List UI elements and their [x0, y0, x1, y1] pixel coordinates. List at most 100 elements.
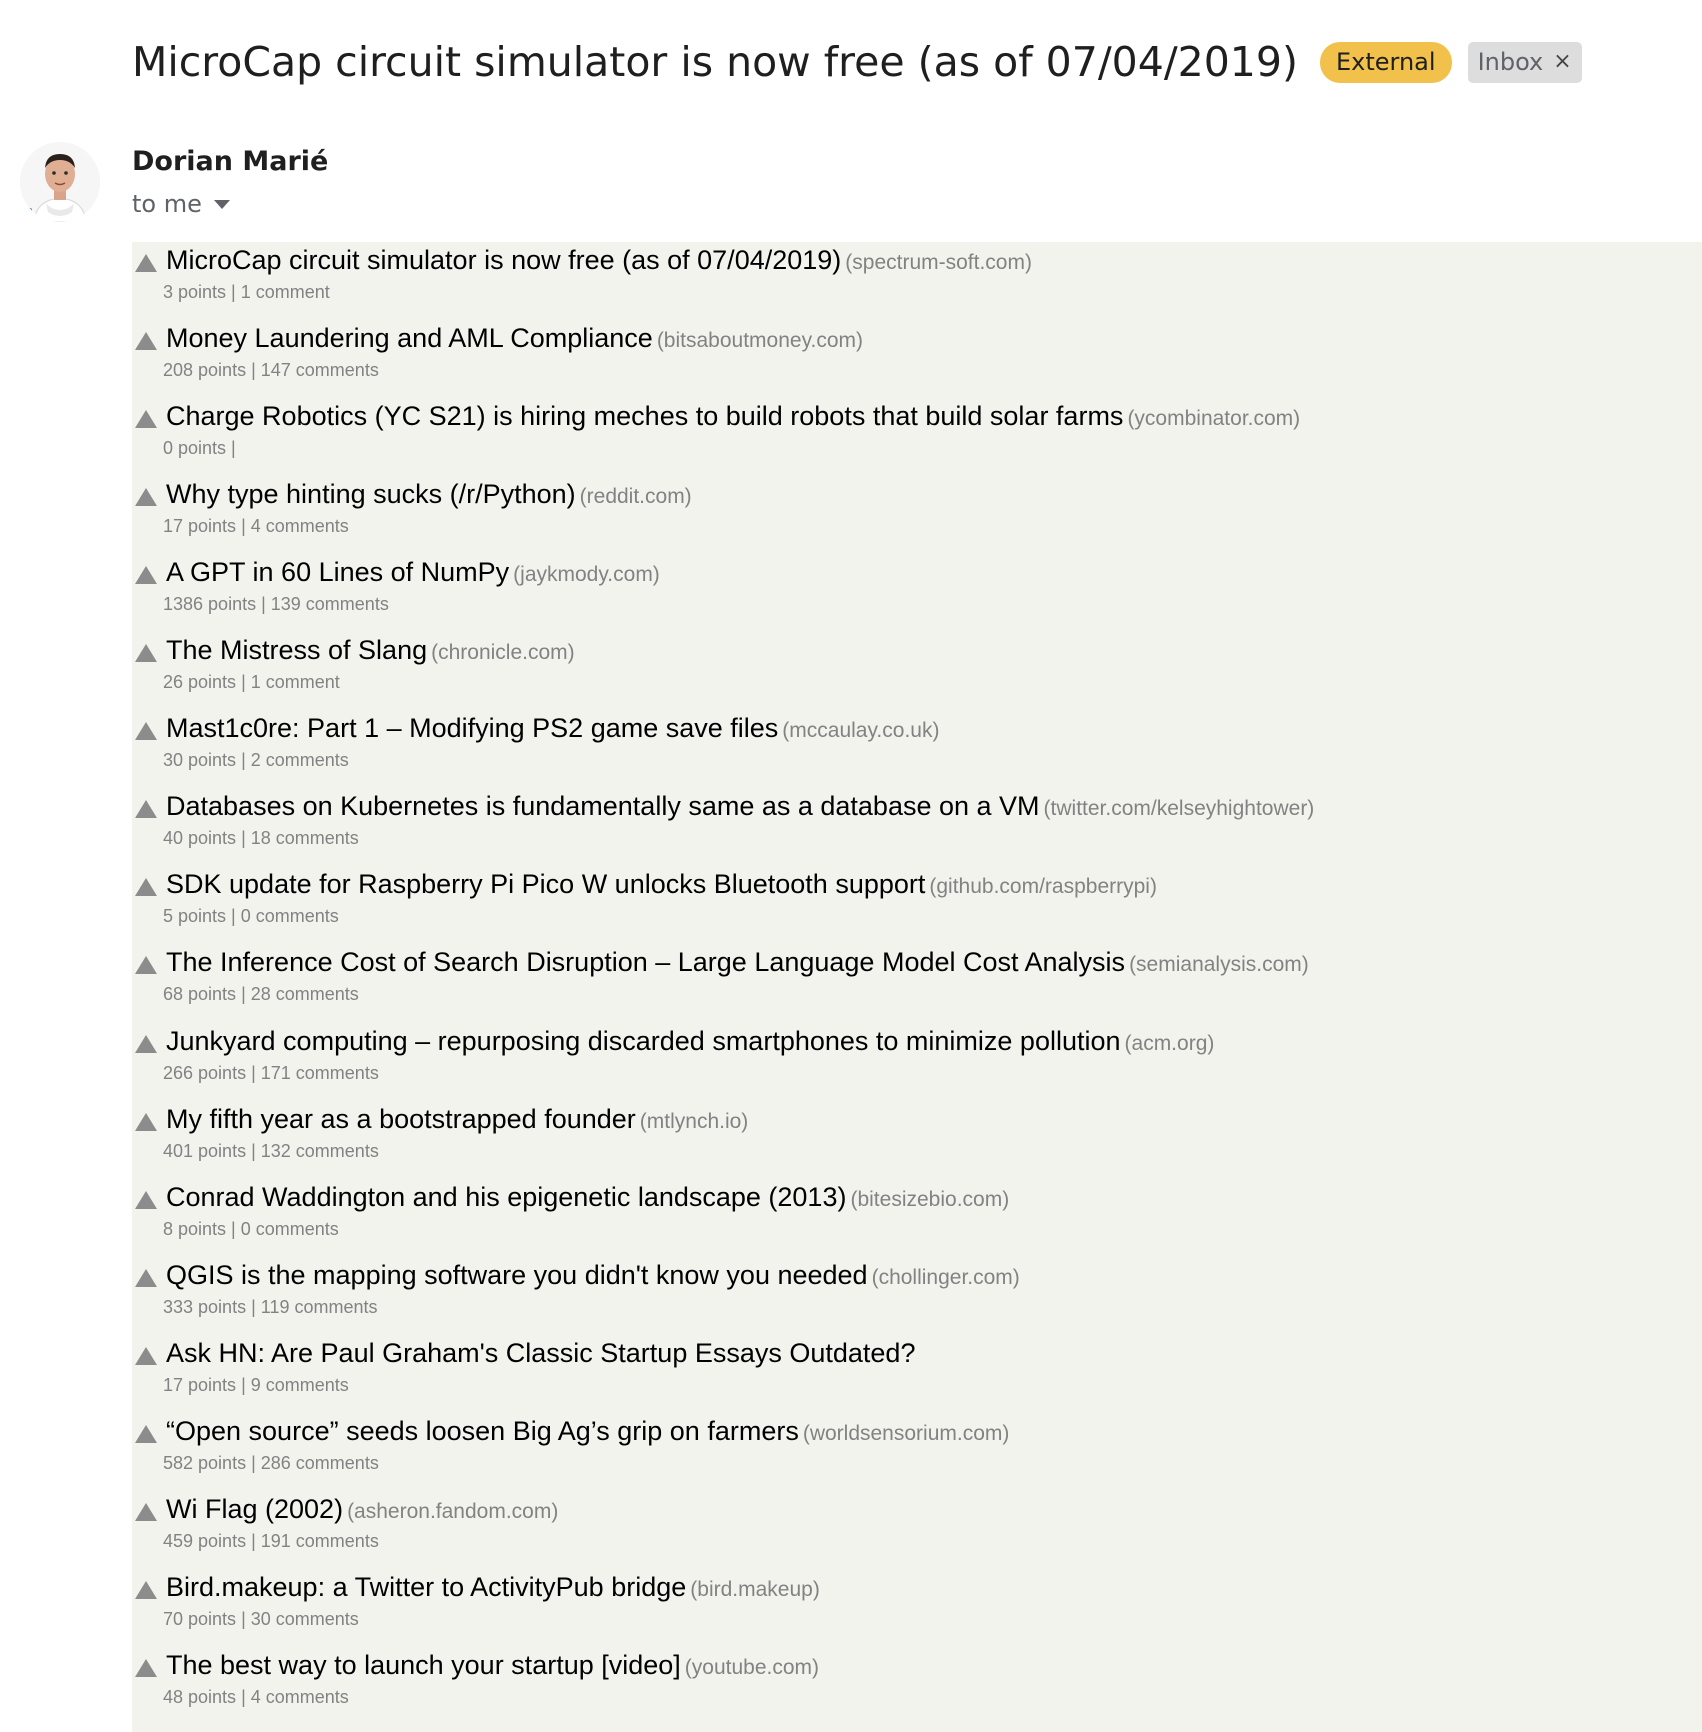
story-meta: 1386 points | 139 comments: [163, 594, 389, 615]
meta-separator: |: [251, 1452, 256, 1473]
story-comments-link[interactable]: 2 comments: [251, 750, 349, 770]
story-meta: 40 points | 18 comments: [163, 828, 359, 849]
story-title-link[interactable]: MicroCap circuit simulator is now free (…: [166, 245, 841, 275]
story-item: Bird.makeup: a Twitter to ActivityPub br…: [132, 1569, 1702, 1647]
story-domain: (asheron.fandom.com): [347, 1499, 559, 1523]
story-meta: 3 points | 1 comment: [163, 282, 330, 303]
story-title-link[interactable]: Conrad Waddington and his epigenetic lan…: [166, 1182, 846, 1212]
story-comments-link[interactable]: 191 comments: [261, 1531, 379, 1551]
upvote-arrow-icon[interactable]: [135, 1424, 157, 1443]
story-comments-link[interactable]: 1 comment: [251, 672, 340, 692]
story-headline: Why type hinting sucks (/r/Python) (reddi…: [166, 476, 692, 517]
story-title-link[interactable]: Bird.makeup: a Twitter to ActivityPub br…: [166, 1572, 686, 1602]
upvote-arrow-icon[interactable]: [135, 1268, 157, 1287]
story-meta: 8 points | 0 comments: [163, 1219, 339, 1240]
story-title-link[interactable]: A GPT in 60 Lines of NumPy: [166, 557, 509, 587]
story-meta: 266 points | 171 comments: [163, 1063, 379, 1084]
story-comments-link[interactable]: 9 comments: [251, 1375, 349, 1395]
story-points: 582 points: [163, 1452, 247, 1473]
story-title-link[interactable]: Databases on Kubernetes is fundamentally…: [166, 791, 1040, 821]
story-comments-link[interactable]: 28 comments: [251, 984, 359, 1004]
story-points: 266 points: [163, 1062, 247, 1083]
story-headline: Conrad Waddington and his epigenetic lan…: [166, 1179, 1009, 1220]
story-comments-link[interactable]: 4 comments: [251, 516, 349, 536]
story-title-link[interactable]: My fifth year as a bootstrapped founder: [166, 1104, 636, 1134]
upvote-arrow-icon[interactable]: [135, 1580, 157, 1599]
upvote-arrow-icon[interactable]: [135, 1502, 157, 1521]
story-title-link[interactable]: Money Laundering and AML Compliance: [166, 323, 653, 353]
story-meta: 459 points | 191 comments: [163, 1531, 379, 1552]
story-headline: Junkyard computing – repurposing discard…: [166, 1023, 1214, 1064]
story-item: Charge Robotics (YC S21) is hiring meche…: [132, 398, 1702, 476]
story-meta: 208 points | 147 comments: [163, 360, 379, 381]
story-title-link[interactable]: Mast1c0re: Part 1 – Modifying PS2 game s…: [166, 713, 778, 743]
story-comments-link[interactable]: 30 comments: [251, 1609, 359, 1629]
story-title-link[interactable]: The Inference Cost of Search Disruption …: [166, 947, 1125, 977]
story-title-link[interactable]: The best way to launch your startup [vid…: [166, 1650, 681, 1680]
story-item: MicroCap circuit simulator is now free (…: [132, 242, 1702, 320]
story-headline: My fifth year as a bootstrapped founder(…: [166, 1101, 748, 1142]
upvote-arrow-icon[interactable]: [135, 1112, 157, 1131]
story-title-link[interactable]: SDK update for Raspberry Pi Pico W unloc…: [166, 869, 925, 899]
sender-avatar[interactable]: [20, 142, 100, 222]
upvote-arrow-icon[interactable]: [135, 956, 157, 975]
story-domain: (mccaulay.co.uk): [782, 719, 940, 743]
story-domain: (youtube.com): [684, 1655, 820, 1679]
story-domain: (spectrum-soft.com): [845, 251, 1032, 274]
upvote-arrow-icon[interactable]: [135, 566, 157, 585]
inbox-label-text: Inbox: [1477, 47, 1544, 76]
story-title-link[interactable]: Junkyard computing – repurposing discard…: [166, 1026, 1121, 1056]
story-meta: 5 points | 0 comments: [163, 906, 339, 927]
meta-separator: |: [231, 282, 236, 302]
story-title-link[interactable]: Charge Robotics (YC S21) is hiring meche…: [166, 401, 1123, 431]
story-title-link[interactable]: Ask HN: Are Paul Graham's Classic Startu…: [166, 1338, 915, 1368]
upvote-arrow-icon[interactable]: [135, 410, 157, 429]
story-comments-link[interactable]: 132 comments: [261, 1141, 379, 1161]
upvote-arrow-icon[interactable]: [135, 1034, 157, 1053]
story-domain: (twitter.com/kelseyhightower): [1043, 797, 1315, 821]
story-title-link[interactable]: The Mistress of Slang: [166, 635, 427, 665]
story-title-link[interactable]: “Open source” seeds loosen Big Ag’s grip…: [166, 1416, 799, 1446]
story-comments-link[interactable]: 286 comments: [261, 1453, 379, 1473]
story-comments-link[interactable]: 171 comments: [261, 1063, 379, 1083]
sender-name[interactable]: Dorian Marié: [132, 146, 328, 177]
story-item: Mast1c0re: Part 1 – Modifying PS2 game s…: [132, 710, 1702, 788]
story-domain: (bird.makeup): [690, 1577, 820, 1601]
story-title-link[interactable]: Wi Flag (2002): [166, 1494, 343, 1524]
story-comments-link[interactable]: 139 comments: [271, 594, 389, 614]
meta-separator: |: [241, 516, 246, 537]
story-headline: The best way to launch your startup [vid…: [166, 1647, 819, 1688]
upvote-arrow-icon[interactable]: [135, 1658, 157, 1677]
upvote-arrow-icon[interactable]: [135, 800, 157, 819]
upvote-arrow-icon[interactable]: [135, 644, 157, 663]
story-comments-link[interactable]: 1 comment: [241, 282, 330, 302]
story-headline: A GPT in 60 Lines of NumPy (jaykmody.com): [166, 554, 660, 595]
story-comments-link[interactable]: 147 comments: [261, 360, 379, 380]
story-comments-link[interactable]: 0 comments: [241, 1219, 339, 1239]
meta-separator: |: [251, 1296, 256, 1317]
story-points: 48 points: [163, 1686, 237, 1707]
meta-separator: |: [251, 1062, 256, 1083]
story-comments-link[interactable]: 4 comments: [251, 1687, 349, 1707]
story-comments-link[interactable]: 18 comments: [251, 828, 359, 848]
story-headline: The Inference Cost of Search Disruption …: [166, 944, 1309, 985]
recipient-details-toggle[interactable]: to me: [132, 190, 230, 218]
remove-label-icon[interactable]: ×: [1553, 47, 1571, 77]
upvote-arrow-icon[interactable]: [135, 254, 157, 272]
digest-body: MicroCap circuit simulator is now free (…: [132, 242, 1702, 1732]
upvote-arrow-icon[interactable]: [135, 722, 157, 741]
upvote-arrow-icon[interactable]: [135, 488, 157, 507]
story-title-link[interactable]: Why type hinting sucks (/r/Python): [166, 479, 576, 509]
story-headline: QGIS is the mapping software you didn't …: [166, 1257, 1020, 1298]
story-comments-link[interactable]: 0 comments: [241, 906, 339, 926]
story-title-link[interactable]: QGIS is the mapping software you didn't …: [166, 1260, 868, 1290]
story-domain: (semianalysis.com): [1129, 953, 1309, 977]
upvote-arrow-icon[interactable]: [135, 332, 157, 351]
story-points: 1386 points: [163, 594, 257, 615]
upvote-arrow-icon[interactable]: [135, 878, 157, 897]
upvote-arrow-icon[interactable]: [135, 1346, 157, 1365]
story-comments-link[interactable]: 119 comments: [261, 1297, 378, 1317]
story-item: SDK update for Raspberry Pi Pico W unloc…: [132, 866, 1702, 944]
story-points: 8 points: [163, 1218, 227, 1239]
upvote-arrow-icon[interactable]: [135, 1190, 157, 1209]
